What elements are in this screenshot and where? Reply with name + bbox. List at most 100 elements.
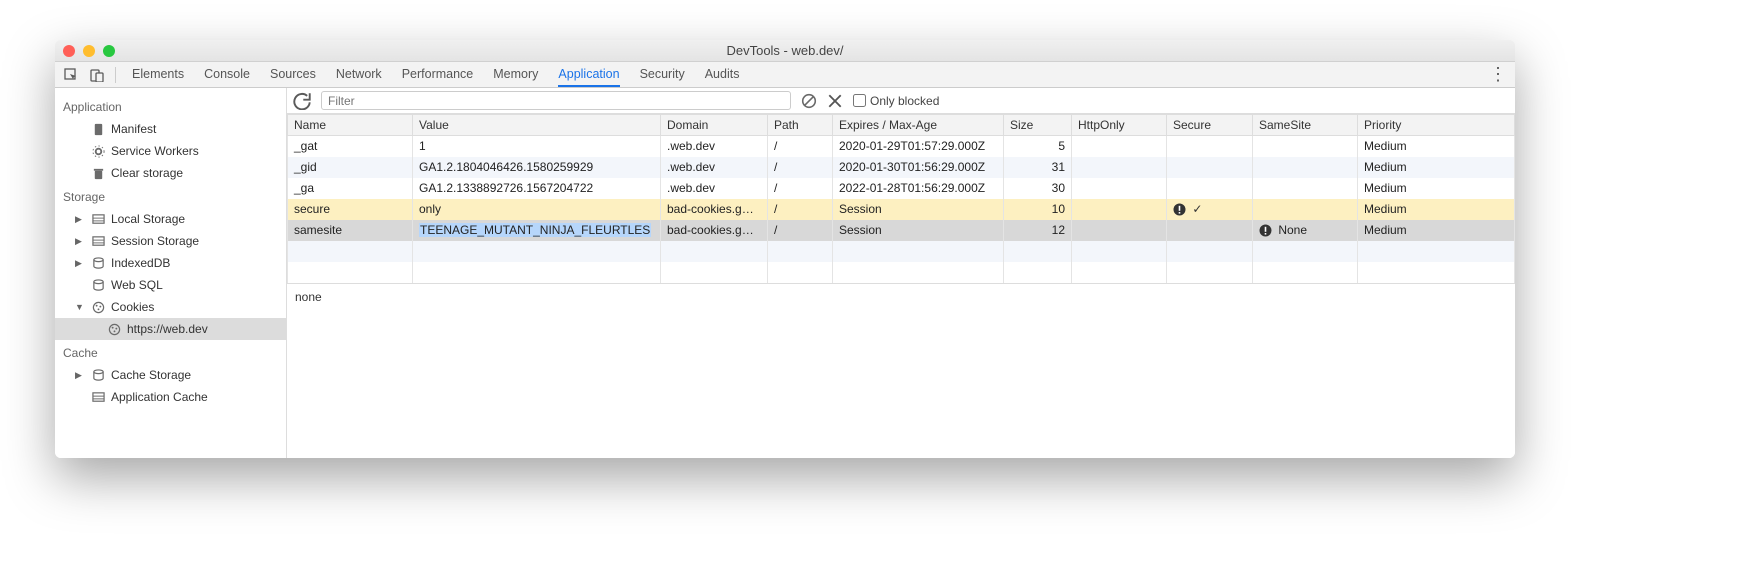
cell-expires[interactable]: 2020-01-29T01:57:29.000Z — [833, 136, 1004, 157]
cell-samesite[interactable] — [1253, 178, 1358, 199]
sidebar-item-application-cache[interactable]: Application Cache — [55, 386, 286, 408]
more-menu-icon[interactable]: ⋮ — [1489, 64, 1507, 85]
cell-priority[interactable]: Medium — [1358, 157, 1515, 178]
cell-name[interactable]: _gid — [288, 157, 413, 178]
inspect-icon[interactable] — [63, 67, 79, 83]
cell-name[interactable]: _gat — [288, 136, 413, 157]
cell-size[interactable]: 10 — [1004, 199, 1072, 220]
column-header-expires-max-age[interactable]: Expires / Max-Age — [833, 115, 1004, 136]
column-header-priority[interactable]: Priority — [1358, 115, 1515, 136]
tab-performance[interactable]: Performance — [402, 62, 474, 87]
cell-name[interactable]: samesite — [288, 220, 413, 241]
cell-size[interactable]: 5 — [1004, 136, 1072, 157]
sidebar-item-indexeddb[interactable]: ▶IndexedDB — [55, 252, 286, 274]
cell-domain[interactable]: .web.dev — [661, 178, 768, 199]
tab-network[interactable]: Network — [336, 62, 382, 87]
column-header-path[interactable]: Path — [768, 115, 833, 136]
cell-size[interactable]: 12 — [1004, 220, 1072, 241]
cell-name[interactable]: _ga — [288, 178, 413, 199]
cell-domain[interactable]: .web.dev — [661, 157, 768, 178]
cell-httponly[interactable] — [1072, 157, 1167, 178]
cell-samesite[interactable] — [1253, 199, 1358, 220]
table-row[interactable]: _gidGA1.2.1804046426.1580259929.web.dev/… — [288, 157, 1515, 178]
only-blocked-checkbox[interactable]: Only blocked — [853, 94, 939, 108]
cell-secure[interactable] — [1167, 136, 1253, 157]
cell-path[interactable]: / — [768, 220, 833, 241]
sidebar-item-service-workers[interactable]: Service Workers — [55, 140, 286, 162]
column-header-name[interactable]: Name — [288, 115, 413, 136]
sidebar-item-label: Service Workers — [111, 142, 199, 160]
tab-sources[interactable]: Sources — [270, 62, 316, 87]
cell-httponly[interactable] — [1072, 220, 1167, 241]
cell-path[interactable]: / — [768, 136, 833, 157]
cookies-table[interactable]: NameValueDomainPathExpires / Max-AgeSize… — [287, 114, 1515, 283]
sidebar-item-cache-storage[interactable]: ▶Cache Storage — [55, 364, 286, 386]
cell-httponly[interactable] — [1072, 178, 1167, 199]
cell-httponly[interactable] — [1072, 199, 1167, 220]
column-header-secure[interactable]: Secure — [1167, 115, 1253, 136]
selected-value: TEENAGE_MUTANT_NINJA_FLEURTLES — [419, 223, 651, 237]
cell-domain[interactable]: .web.dev — [661, 136, 768, 157]
cell-expires[interactable]: 2020-01-30T01:56:29.000Z — [833, 157, 1004, 178]
cell-path[interactable]: / — [768, 199, 833, 220]
cell-priority[interactable]: Medium — [1358, 136, 1515, 157]
tab-application[interactable]: Application — [558, 62, 619, 87]
cell-samesite[interactable] — [1253, 157, 1358, 178]
cell-expires[interactable]: 2022-01-28T01:56:29.000Z — [833, 178, 1004, 199]
clear-all-icon[interactable] — [801, 93, 817, 109]
sidebar-item-https-web-dev[interactable]: https://web.dev — [55, 318, 286, 340]
cell-path[interactable]: / — [768, 178, 833, 199]
cell-secure[interactable] — [1167, 157, 1253, 178]
cell-value[interactable]: only — [413, 199, 661, 220]
cell-expires[interactable]: Session — [833, 220, 1004, 241]
column-header-size[interactable]: Size — [1004, 115, 1072, 136]
table-row[interactable]: _gat1.web.dev/2020-01-29T01:57:29.000Z5 M… — [288, 136, 1515, 157]
cell-expires[interactable]: Session — [833, 199, 1004, 220]
cell-path[interactable]: / — [768, 157, 833, 178]
sidebar-item-session-storage[interactable]: ▶Session Storage — [55, 230, 286, 252]
cell-priority[interactable]: Medium — [1358, 178, 1515, 199]
cookie-detail-value: none — [295, 290, 322, 304]
column-header-samesite[interactable]: SameSite — [1253, 115, 1358, 136]
column-header-httponly[interactable]: HttpOnly — [1072, 115, 1167, 136]
sidebar-item-local-storage[interactable]: ▶Local Storage — [55, 208, 286, 230]
only-blocked-input[interactable] — [853, 94, 866, 107]
table-row[interactable]: _gaGA1.2.1338892726.1567204722.web.dev/2… — [288, 178, 1515, 199]
tab-memory[interactable]: Memory — [493, 62, 538, 87]
cell-samesite[interactable] — [1253, 136, 1358, 157]
cell-samesite[interactable]: None — [1253, 220, 1358, 241]
refresh-icon[interactable] — [293, 92, 311, 110]
cell-httponly[interactable] — [1072, 136, 1167, 157]
tab-console[interactable]: Console — [204, 62, 250, 87]
cell-value[interactable]: TEENAGE_MUTANT_NINJA_FLEURTLES — [413, 220, 661, 241]
sidebar-item-web-sql[interactable]: Web SQL — [55, 274, 286, 296]
tab-elements[interactable]: Elements — [132, 62, 184, 87]
delete-selected-icon[interactable] — [827, 93, 843, 109]
cell-name[interactable]: secure — [288, 199, 413, 220]
tab-security[interactable]: Security — [640, 62, 685, 87]
sidebar-item-clear-storage[interactable]: Clear storage — [55, 162, 286, 184]
cell-priority[interactable]: Medium — [1358, 220, 1515, 241]
cell-value[interactable]: 1 — [413, 136, 661, 157]
cell-empty — [1253, 241, 1358, 262]
cell-value[interactable]: GA1.2.1338892726.1567204722 — [413, 178, 661, 199]
tab-audits[interactable]: Audits — [705, 62, 740, 87]
sidebar-item-cookies[interactable]: ▼Cookies — [55, 296, 286, 318]
cell-domain[interactable]: bad-cookies.g… — [661, 220, 768, 241]
cell-secure[interactable] — [1167, 178, 1253, 199]
column-header-value[interactable]: Value — [413, 115, 661, 136]
column-header-domain[interactable]: Domain — [661, 115, 768, 136]
cell-size[interactable]: 31 — [1004, 157, 1072, 178]
device-toggle-icon[interactable] — [89, 67, 105, 83]
sidebar-item-manifest[interactable]: Manifest — [55, 118, 286, 140]
table-row[interactable]: samesite TEENAGE_MUTANT_NINJA_FLEURTLES ba… — [288, 220, 1515, 241]
cell-secure[interactable] — [1167, 220, 1253, 241]
filter-input[interactable] — [321, 91, 791, 110]
sidebar-item-label: Web SQL — [111, 276, 163, 294]
cell-secure[interactable]: ✓ — [1167, 199, 1253, 220]
table-row[interactable]: secureonlybad-cookies.g…/Session10 ✓ Medi… — [288, 199, 1515, 220]
cell-domain[interactable]: bad-cookies.g… — [661, 199, 768, 220]
cell-size[interactable]: 30 — [1004, 178, 1072, 199]
cell-priority[interactable]: Medium — [1358, 199, 1515, 220]
cell-value[interactable]: GA1.2.1804046426.1580259929 — [413, 157, 661, 178]
